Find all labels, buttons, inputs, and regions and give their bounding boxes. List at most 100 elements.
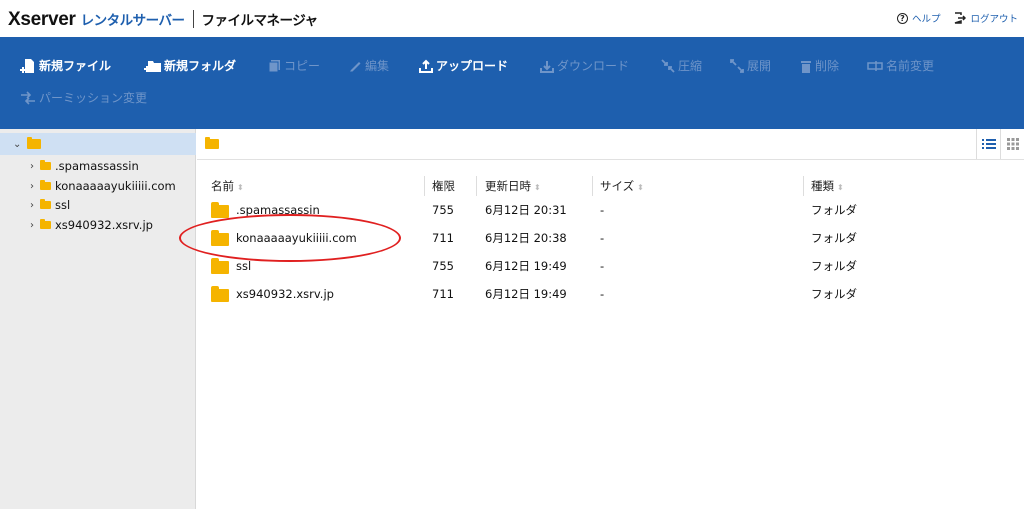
folder-tree: ⌄ › .spamassassin › konaaaaayukiiiii.com… <box>0 129 196 509</box>
type-header-label: 種類 <box>811 179 834 193</box>
grid-view-icon <box>1006 138 1019 150</box>
edit-label: 編集 <box>365 59 390 73</box>
tree-item[interactable]: › konaaaaayukiiiii.com <box>30 177 176 195</box>
size-header-label: サイズ <box>600 179 635 193</box>
tree-item[interactable]: › xs940932.xsrv.jp <box>30 216 153 234</box>
column-divider <box>476 176 477 196</box>
copy-label: コピー <box>284 59 321 73</box>
file-name: xs940932.xsrv.jp <box>236 287 334 301</box>
file-name: ssl <box>236 259 252 273</box>
help-link[interactable]: ? ヘルプ <box>896 11 941 25</box>
logout-label: ログアウト <box>970 14 1018 25</box>
toolbar: 新規ファイル 新規フォルダ コピー 編集 アップロード ダウンロード 圧縮 展開… <box>0 37 1024 129</box>
copy-button[interactable]: コピー <box>268 57 349 74</box>
highlight-annotation-ellipse <box>179 214 401 262</box>
compress-icon <box>661 58 675 73</box>
logout-icon <box>955 12 967 24</box>
type-cell: フォルダ <box>811 259 857 273</box>
type-cell: フォルダ <box>811 287 857 301</box>
permission-cell: 755 <box>432 203 454 217</box>
permission-label: パーミッション変更 <box>39 91 148 105</box>
permission-cell: 711 <box>432 287 454 301</box>
current-folder-icon[interactable] <box>205 137 219 149</box>
edit-button[interactable]: 編集 <box>349 57 419 74</box>
new-file-icon <box>20 58 34 73</box>
size-cell: - <box>600 287 605 301</box>
top-header: Xserver レンタルサーバー ファイルマネージャ ? ヘルプ ログアウト <box>0 0 1024 37</box>
grid-view-button[interactable] <box>1000 129 1024 159</box>
date-cell: 6月12日 20:31 <box>485 203 567 217</box>
name-column-header[interactable]: 名前 ⬍ <box>211 178 244 194</box>
compress-button[interactable]: 圧縮 <box>661 57 730 74</box>
trash-icon <box>801 60 811 73</box>
tree-item-label: konaaaaayukiiiii.com <box>55 179 176 193</box>
tree-item-label: .spamassassin <box>55 159 139 173</box>
perm-header-label: 権限 <box>432 179 455 193</box>
tree-item-label: xs940932.xsrv.jp <box>55 218 153 232</box>
new-folder-icon <box>144 61 161 72</box>
rename-button[interactable]: 名前変更 <box>867 57 957 74</box>
file-name-cell[interactable]: xs940932.xsrv.jp <box>211 280 334 308</box>
sort-icon: ⬍ <box>534 183 541 192</box>
folder-icon <box>40 219 51 229</box>
upload-button[interactable]: アップロード <box>419 57 540 74</box>
delete-label: 削除 <box>815 59 840 73</box>
logo-divider <box>192 10 194 28</box>
type-cell: フォルダ <box>811 231 857 245</box>
sort-icon: ⬍ <box>837 183 844 192</box>
rename-icon <box>867 60 883 71</box>
help-icon: ? <box>896 12 908 24</box>
tree-item[interactable]: › .spamassassin <box>30 157 139 175</box>
new-folder-label: 新規フォルダ <box>164 59 237 73</box>
chevron-right-icon[interactable]: › <box>30 181 34 192</box>
column-divider <box>424 176 425 196</box>
help-label: ヘルプ <box>911 14 941 25</box>
type-column-header[interactable]: 種類 ⬍ <box>811 178 844 194</box>
size-cell: - <box>600 259 605 273</box>
download-icon <box>540 60 554 73</box>
chevron-right-icon[interactable]: › <box>30 220 34 231</box>
tree-item[interactable]: › ssl <box>30 196 70 214</box>
sort-icon: ⬍ <box>637 183 644 192</box>
folder-icon <box>40 180 51 190</box>
pencil-icon <box>350 62 361 72</box>
xserver-logo[interactable]: Xserver レンタルサーバー ファイルマネージャ <box>8 7 318 31</box>
name-header-label: 名前 <box>211 179 234 193</box>
folder-icon <box>211 285 229 302</box>
permission-column-header[interactable]: 権限 <box>432 178 455 194</box>
app-title: ファイルマネージャ <box>201 13 319 29</box>
copy-icon <box>268 59 280 72</box>
path-bar <box>197 129 1024 160</box>
download-label: ダウンロード <box>557 59 630 73</box>
table-row[interactable]: xs940932.xsrv.jp 711 6月12日 19:49 - フォルダ <box>197 280 1024 308</box>
folder-icon <box>40 160 51 170</box>
logo-sub-text: レンタルサーバー <box>80 13 185 29</box>
new-file-button[interactable]: 新規ファイル <box>20 57 144 74</box>
chevron-down-icon[interactable]: ⌄ <box>13 139 21 150</box>
logout-link[interactable]: ログアウト <box>954 11 1018 25</box>
type-cell: フォルダ <box>811 203 857 217</box>
sort-icon: ⬍ <box>237 183 244 192</box>
permission-button[interactable]: パーミッション変更 <box>20 89 147 106</box>
size-cell: - <box>600 203 605 217</box>
date-column-header[interactable]: 更新日時 ⬍ <box>485 178 541 194</box>
date-cell: 6月12日 19:49 <box>485 287 567 301</box>
chevron-right-icon[interactable]: › <box>30 200 34 211</box>
tree-root[interactable]: ⌄ <box>0 133 196 155</box>
download-button[interactable]: ダウンロード <box>540 57 661 74</box>
list-view-button[interactable] <box>976 129 1000 159</box>
new-folder-button[interactable]: 新規フォルダ <box>144 57 268 74</box>
logo-main-text: Xserver <box>8 9 76 30</box>
size-column-header[interactable]: サイズ ⬍ <box>600 178 644 194</box>
permission-icon <box>21 90 35 105</box>
tree-item-label: ssl <box>55 198 71 212</box>
chevron-right-icon[interactable]: › <box>30 161 34 172</box>
folder-icon <box>211 257 229 274</box>
extract-label: 展開 <box>747 59 772 73</box>
delete-button[interactable]: 削除 <box>800 57 867 74</box>
date-cell: 6月12日 19:49 <box>485 259 567 273</box>
extract-button[interactable]: 展開 <box>730 57 800 74</box>
date-header-label: 更新日時 <box>485 179 531 193</box>
list-view-icon <box>981 139 996 149</box>
upload-icon <box>419 59 433 73</box>
